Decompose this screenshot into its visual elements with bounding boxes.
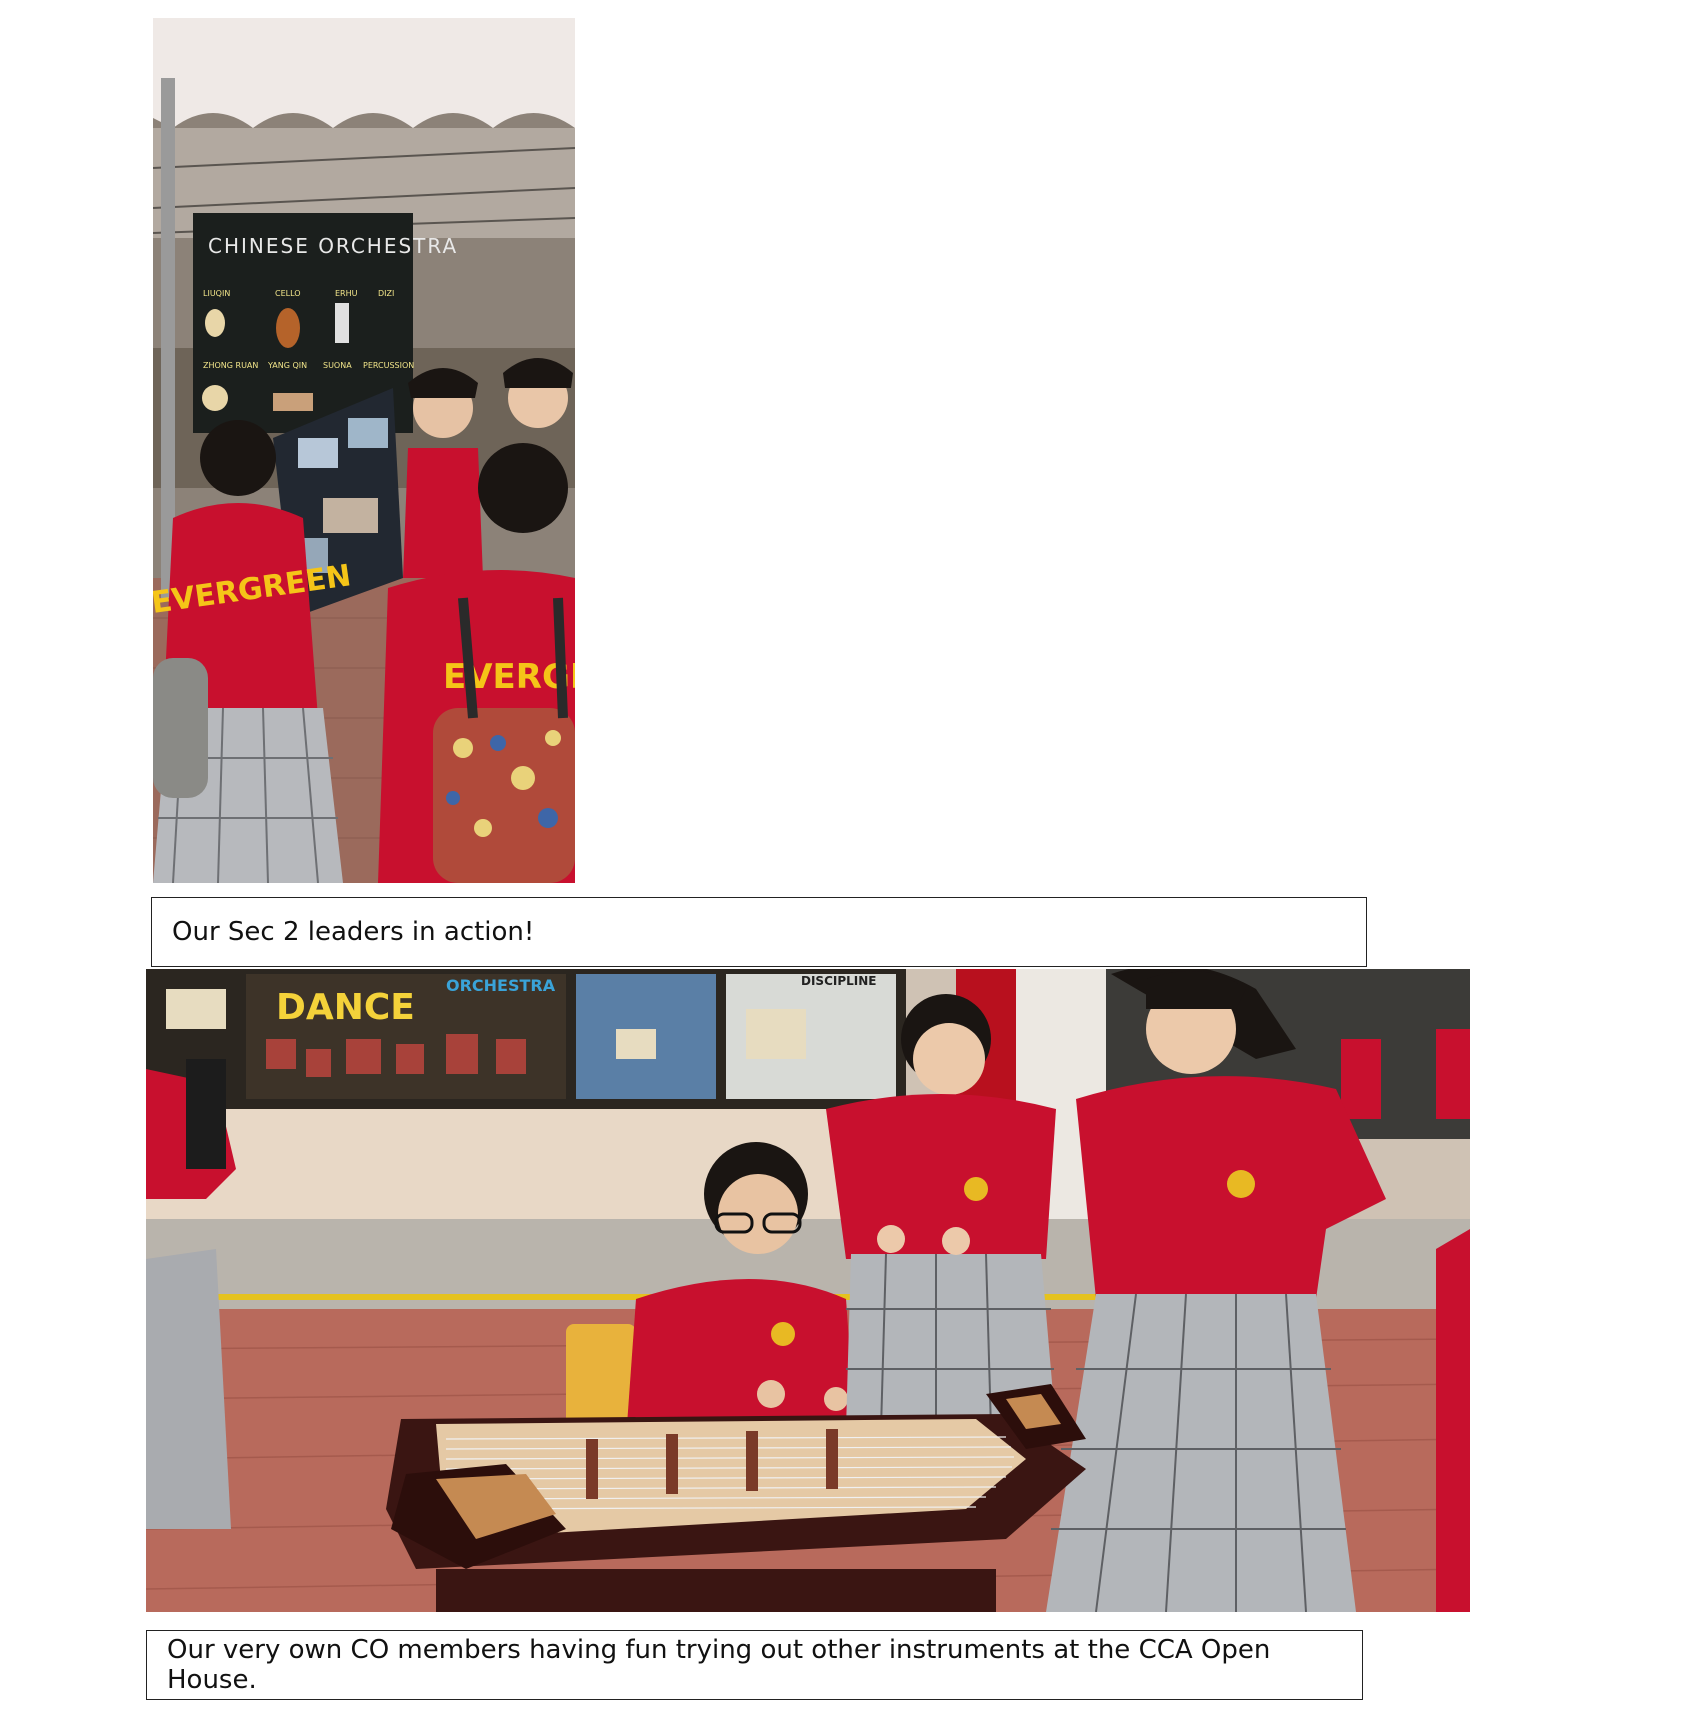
board-title: CHINESE ORCHESTRA	[208, 234, 458, 258]
board-item-dizi: DIZI	[378, 289, 394, 298]
photo-cca-open-house: DANCE ORCHESTRA DISCIPLINE	[146, 969, 1470, 1612]
board-item-erhu: ERHU	[335, 289, 358, 298]
caption-co-members: Our very own CO members having fun tryin…	[146, 1630, 1363, 1700]
caption-text: Our very own CO members having fun tryin…	[167, 1635, 1271, 1695]
photo-chinese-orchestra-booth: CHINESE ORCHESTRA LIUQIN CELLO ERHU DIZI…	[153, 18, 575, 883]
board-item-liuqin: LIUQIN	[203, 289, 230, 298]
board-item-yangqin: YANG QIN	[267, 361, 307, 370]
board-item-suona: SUONA	[323, 361, 352, 370]
caption-sec2-leaders: Our Sec 2 leaders in action!	[151, 897, 1367, 967]
shirt-lettering-right: EVERGREEN	[443, 657, 575, 697]
board-item-zhongruan: ZHONG RUAN	[203, 361, 258, 370]
caption-text: Our Sec 2 leaders in action!	[172, 917, 535, 947]
banner-dance: DANCE	[276, 987, 415, 1028]
banner-discipline: DISCIPLINE	[801, 974, 877, 988]
board-item-cello: CELLO	[275, 289, 301, 298]
board-item-percussion: PERCUSSION	[363, 361, 414, 370]
banner-orchestra: ORCHESTRA	[446, 976, 556, 995]
